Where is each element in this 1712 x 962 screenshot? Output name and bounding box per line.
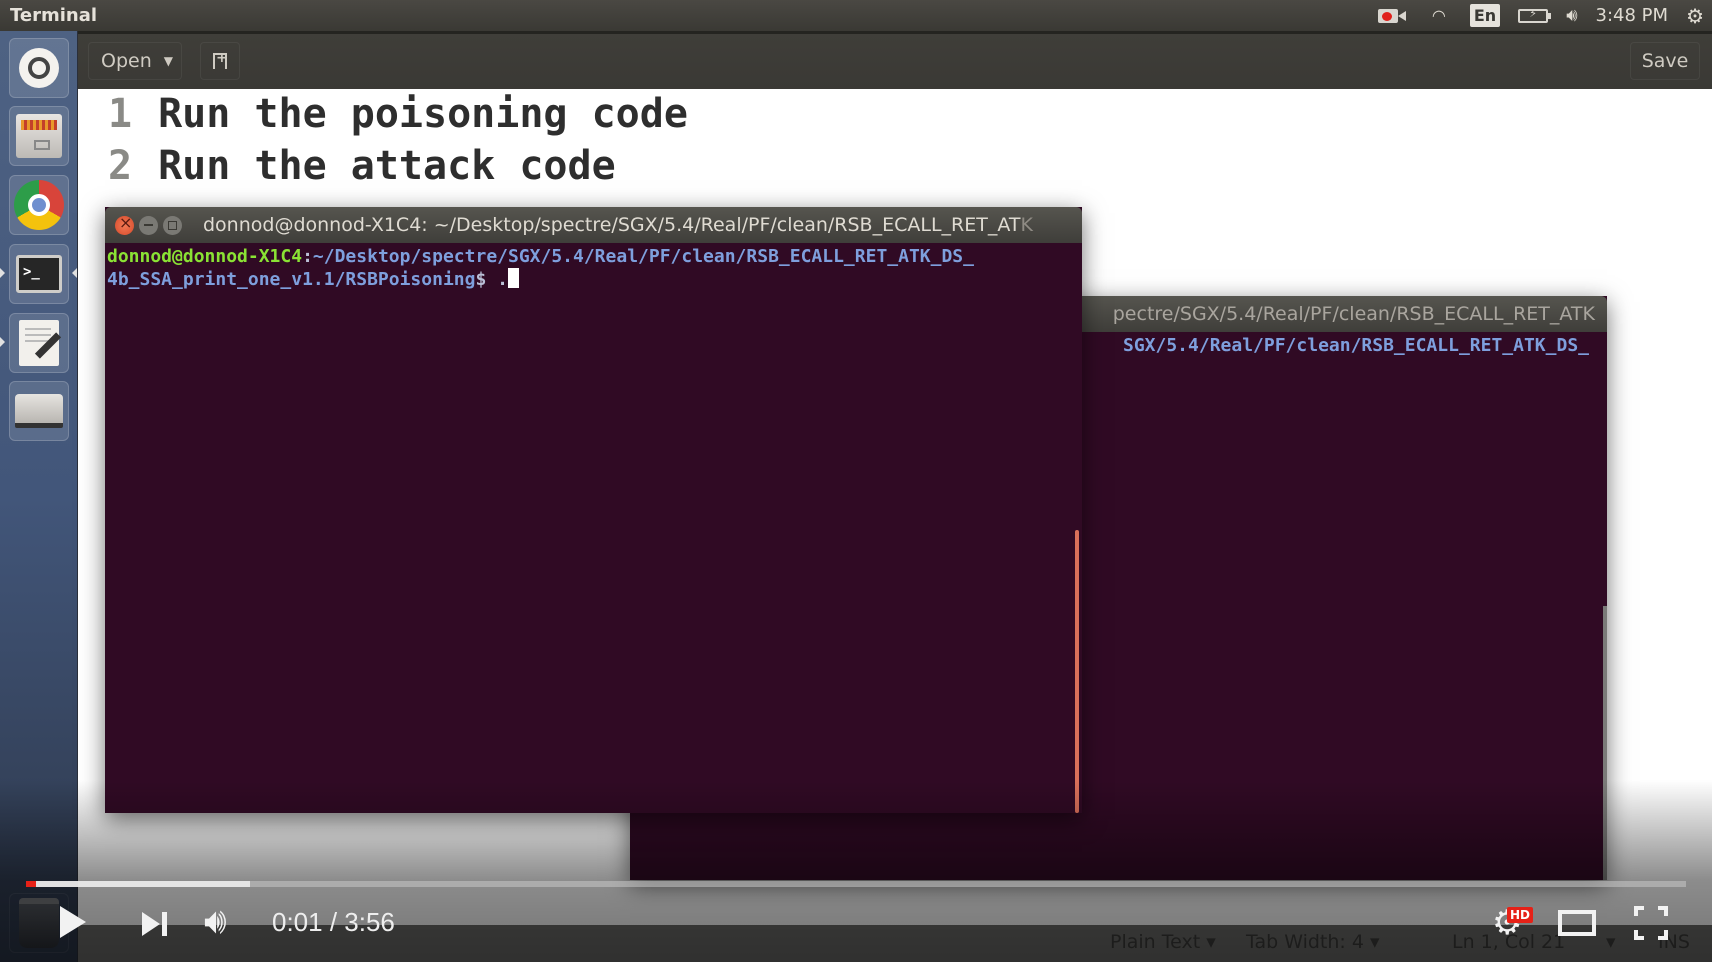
play-icon[interactable]: [60, 906, 86, 938]
volume-icon[interactable]: 🔊︎: [204, 904, 227, 940]
editor-line: 1 Run the poisoning code: [108, 91, 688, 137]
volume-icon[interactable]: 🔊︎: [1566, 5, 1577, 26]
editor-toolbar: Open ▼ Save: [78, 31, 1712, 89]
prompt-path: ~/Desktop/spectre/SGX/5.4/Real/PF/clean/…: [312, 246, 974, 267]
open-button[interactable]: Open ▼: [88, 42, 182, 80]
terminal-window-front[interactable]: donnod@donnod-X1C4: ~/Desktop/spectre/SG…: [105, 207, 1082, 813]
window-title-text: donnod@donnod-X1C4: ~/Desktop/spectre/SG…: [203, 214, 1021, 236]
file-cabinet-icon: [16, 114, 62, 158]
chevron-down-icon: ▼: [163, 54, 173, 68]
launcher-item-files[interactable]: [9, 106, 69, 166]
launcher: >_: [0, 31, 78, 962]
window-titlebar[interactable]: donnod@donnod-X1C4: ~/Desktop/spectre/SG…: [105, 207, 1082, 243]
active-indicator: [72, 268, 77, 278]
trash-icon: [19, 898, 59, 948]
chrome-icon: [14, 180, 64, 230]
chevron-down-icon[interactable]: ▾: [1606, 931, 1616, 953]
new-document-icon: [213, 50, 228, 69]
open-label: Open: [101, 50, 152, 72]
terminal-line: 4b_SSA_print_one_v1.1/RSBPoisoning$ .: [107, 268, 1080, 291]
video-progress-bar[interactable]: [26, 881, 1686, 887]
drive-icon: [15, 394, 63, 428]
line-text: Run the attack code: [158, 143, 616, 189]
launcher-item-drive[interactable]: [9, 381, 69, 441]
prompt-user: donnod@donnod-X1C4: [107, 246, 303, 267]
launcher-item-dash[interactable]: [9, 38, 69, 98]
window-title: pectre/SGX/5.4/Real/PF/clean/RSB_ECALL_R…: [1112, 303, 1595, 325]
window-title: donnod@donnod-X1C4: ~/Desktop/spectre/SG…: [203, 214, 1033, 236]
played-bar: [26, 881, 36, 887]
line-number: 2: [108, 143, 133, 189]
theater-mode-icon[interactable]: [1558, 910, 1596, 936]
launcher-item-terminal[interactable]: >_: [9, 244, 69, 304]
prompt-path: 4b_SSA_print_one_v1.1/RSBPoisoning: [107, 269, 476, 290]
running-indicator: [0, 268, 5, 278]
fullscreen-icon[interactable]: [1634, 906, 1668, 940]
scrollbar[interactable]: [1603, 606, 1607, 880]
video-time: 0:01 / 3:56: [272, 907, 395, 937]
top-panel: Terminal ◠ En ⚡ 🔊︎ 3:48 PM ⚙: [0, 0, 1712, 31]
new-document-button[interactable]: [200, 42, 240, 80]
text-cursor: [508, 268, 519, 288]
prompt-symbol: $: [475, 269, 498, 290]
terminal-output[interactable]: donnod@donnod-X1C4:~/Desktop/spectre/SGX…: [105, 243, 1082, 813]
keyboard-language-indicator[interactable]: En: [1469, 4, 1501, 27]
typed-input: .: [497, 269, 508, 290]
running-indicator: [0, 337, 5, 347]
clock[interactable]: 3:48 PM: [1596, 5, 1669, 26]
window-title-overflow: K: [1020, 214, 1033, 236]
language-selector[interactable]: Plain Text ▾: [1110, 931, 1216, 953]
text-editor-icon: [19, 320, 59, 366]
terminal-line: donnod@donnod-X1C4:~/Desktop/spectre/SGX…: [107, 245, 1080, 268]
hd-badge: HD: [1507, 907, 1534, 923]
battery-charging-icon[interactable]: ⚡: [1518, 7, 1552, 23]
prompt-separator: :: [302, 246, 313, 267]
editor-line: 2 Run the attack code: [108, 143, 616, 189]
maximize-icon[interactable]: [163, 216, 182, 235]
launcher-item-chrome[interactable]: [9, 175, 69, 235]
launcher-item-text-editor[interactable]: [9, 313, 69, 373]
ubuntu-logo-icon: [19, 48, 59, 88]
video-camera-record-icon[interactable]: [1377, 7, 1408, 25]
minimize-icon[interactable]: [139, 216, 158, 235]
line-text: Run the poisoning code: [158, 91, 688, 137]
scrollbar[interactable]: [1075, 530, 1079, 813]
tab-width-selector[interactable]: Tab Width: 4 ▾: [1246, 931, 1380, 953]
save-button[interactable]: Save: [1630, 42, 1700, 80]
buffered-bar: [26, 881, 251, 887]
terminal-icon: >_: [16, 255, 62, 293]
system-tray: ◠ En ⚡ 🔊︎ 3:48 PM ⚙: [1377, 0, 1712, 31]
wifi-icon[interactable]: ◠: [1426, 6, 1452, 25]
next-icon[interactable]: [142, 912, 170, 936]
active-app-title: Terminal: [10, 5, 98, 26]
close-icon[interactable]: [115, 213, 134, 235]
gear-power-icon[interactable]: ⚙: [1686, 4, 1704, 28]
line-number: 1: [108, 91, 133, 137]
